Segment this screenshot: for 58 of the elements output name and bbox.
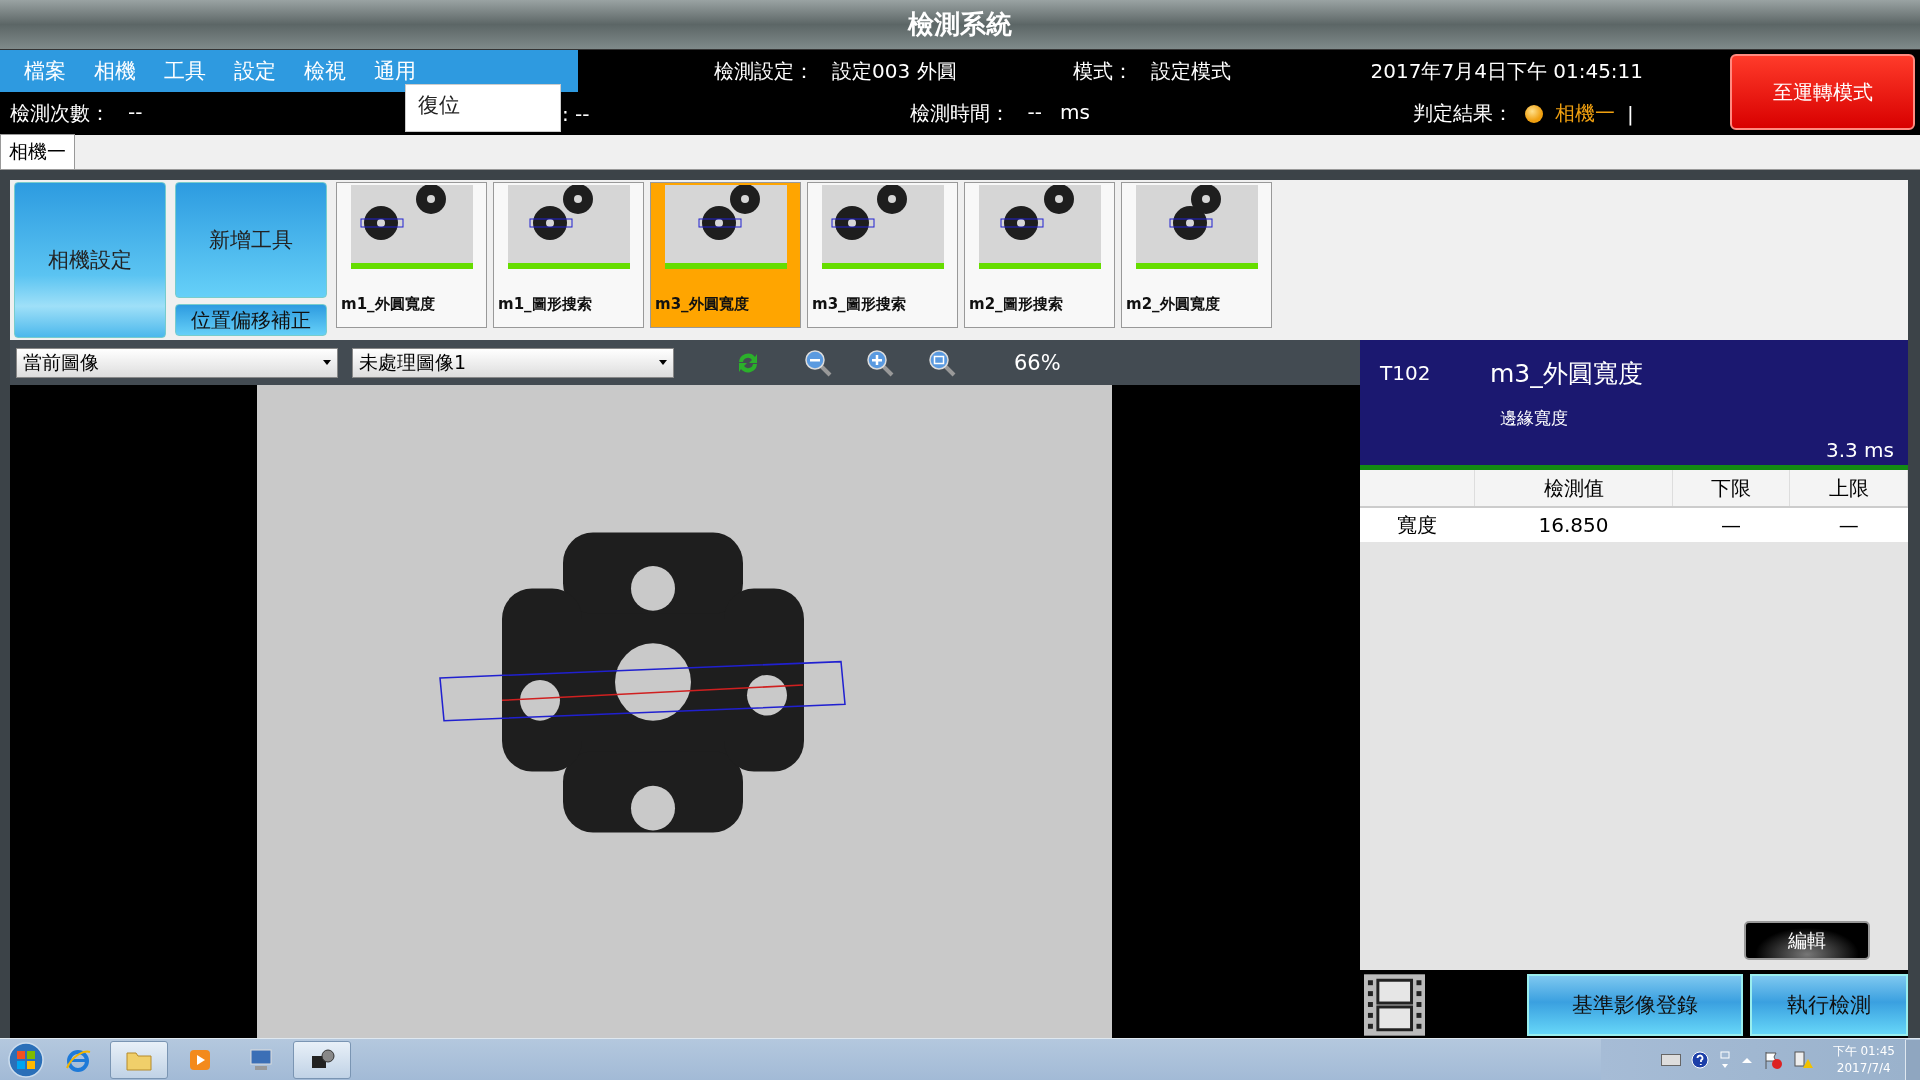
edit-button[interactable]: 編輯: [1744, 921, 1870, 960]
setting-value: 設定003 外圓: [832, 57, 957, 85]
film-icon[interactable]: [1364, 974, 1426, 1036]
tool-thumbnail[interactable]: m3_圖形搜索: [807, 182, 958, 328]
zoom-out-icon[interactable]: [804, 348, 832, 377]
keyboard-icon[interactable]: [1660, 1053, 1681, 1066]
tool-type: 邊緣寬度: [1499, 406, 1569, 430]
mode-value: 設定模式: [1150, 57, 1231, 85]
tool-time: 3.3 ms: [1825, 438, 1894, 464]
zoom-in-icon[interactable]: [866, 348, 894, 377]
run-inspection-button[interactable]: 執行檢測: [1750, 974, 1908, 1036]
count-label: 檢測次數：: [10, 100, 110, 127]
mode-label: 模式：: [1072, 57, 1133, 85]
tool-thumbnail[interactable]: m1_圖形搜索: [493, 182, 644, 328]
table-cell: 16.850: [1474, 507, 1673, 542]
window-title: 檢測系統: [908, 8, 1012, 41]
zoom-fit-icon[interactable]: [928, 348, 956, 377]
caret-icon[interactable]: [323, 360, 331, 365]
result-label: 判定結果：: [1412, 100, 1513, 127]
tool-thumbnail[interactable]: m3_外圓寬度: [650, 182, 801, 328]
text-cursor: |: [1626, 101, 1634, 126]
offset-correction-button[interactable]: 位置偏移補正: [175, 304, 327, 336]
clock-time: 下午 01:45: [1832, 1042, 1895, 1060]
datetime: 2017年7月4日下午 01:45:11: [1370, 57, 1644, 85]
caret-icon[interactable]: [659, 360, 667, 365]
column-header: 上限: [1789, 470, 1908, 507]
add-tool-button[interactable]: 新增工具: [175, 182, 327, 298]
clock-date: 2017/7/4: [1836, 1059, 1891, 1077]
status-value: : --: [562, 101, 590, 126]
column-header: 下限: [1672, 470, 1790, 507]
start-button[interactable]: [6, 1039, 46, 1080]
taskbar-button[interactable]: [293, 1040, 351, 1079]
image-dropdown[interactable]: 當前圖像: [16, 347, 338, 378]
time-label: 檢測時間：: [909, 100, 1010, 127]
table-cell: —: [1672, 507, 1790, 542]
tool-id: T102: [1380, 361, 1432, 385]
table-cell: —: [1789, 507, 1908, 542]
status-dot: [1524, 104, 1543, 123]
camera-tab[interactable]: 相機一: [0, 134, 75, 169]
image-dropdown[interactable]: 未處理圖像1: [352, 347, 674, 378]
camera-settings-button[interactable]: 相機設定: [14, 182, 166, 338]
run-mode-button[interactable]: 至運轉模式: [1730, 54, 1915, 130]
count-value: --: [128, 100, 143, 126]
tool-thumbnail[interactable]: m2_外圓寬度: [1121, 182, 1272, 328]
zoom-level: 66%: [1014, 350, 1061, 375]
result-camera: 相機一: [1554, 100, 1615, 127]
column-header: 檢測值: [1474, 470, 1673, 507]
time-unit: ms: [1059, 100, 1090, 126]
tool-thumbnail[interactable]: m2_圖形搜索: [964, 182, 1115, 328]
tool-thumbnail[interactable]: m1_外圓寬度: [336, 182, 487, 328]
time-value: --: [1027, 100, 1042, 126]
register-reference-button[interactable]: 基準影像登錄: [1527, 974, 1744, 1036]
flag-icon[interactable]: [1762, 1049, 1783, 1070]
tool-name: m3_外圓寬度: [1490, 357, 1644, 390]
row-label: 寬度: [1360, 507, 1475, 542]
menu-item[interactable]: 復位: [418, 91, 548, 119]
setting-label: 檢測設定：: [714, 57, 814, 85]
help-icon[interactable]: [1690, 1050, 1709, 1069]
